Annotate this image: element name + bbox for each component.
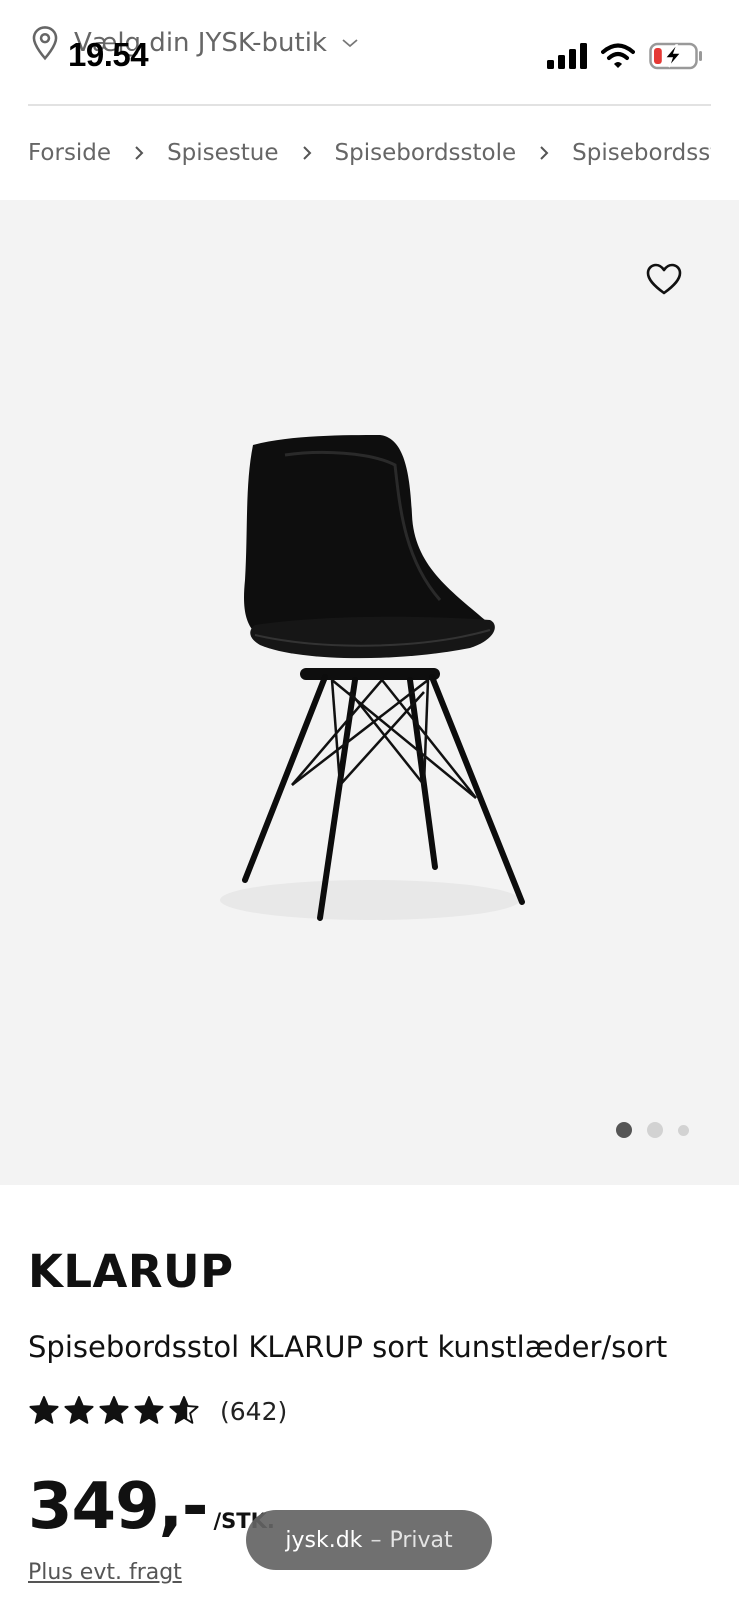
- price-value: 349,-: [28, 1470, 208, 1544]
- status-icons: [547, 42, 703, 70]
- chevron-right-icon: [540, 146, 549, 160]
- chevron-down-icon: [342, 39, 358, 48]
- shipping-note-link[interactable]: Plus evt. fragt: [28, 1560, 182, 1585]
- browser-mode: Privat: [389, 1527, 453, 1553]
- breadcrumb-item-spisestue[interactable]: Spisestue: [167, 140, 278, 166]
- star-half-icon: [169, 1396, 199, 1424]
- gallery-dot[interactable]: [647, 1122, 663, 1138]
- breadcrumb-item-current-product[interactable]: Spisebordsstol KLARUP: [572, 140, 711, 166]
- cellular-signal-icon: [547, 43, 587, 69]
- battery-charging-icon: [649, 42, 702, 70]
- wifi-icon: [601, 43, 635, 68]
- browser-url-pill[interactable]: jysk.dk – Privat: [246, 1510, 492, 1570]
- chevron-right-icon: [302, 146, 311, 160]
- gallery-dot-active[interactable]: [616, 1122, 632, 1138]
- gallery-pagination: [616, 1122, 689, 1138]
- product-image-chair: [220, 435, 525, 921]
- chevron-right-icon: [135, 146, 144, 160]
- header-divider: [28, 104, 711, 106]
- status-time: 19.54: [68, 36, 149, 73]
- product-price: 349,- /STK.: [28, 1470, 275, 1544]
- browser-domain: jysk.dk: [285, 1527, 363, 1553]
- rating-stars: [28, 1395, 200, 1427]
- breadcrumb-item-spisebordsstole[interactable]: Spisebordsstole: [335, 140, 517, 166]
- breadcrumb: Forside Spisestue Spisebordsstole Spiseb…: [28, 140, 711, 166]
- star-filled-icon: [99, 1396, 129, 1424]
- heart-outline-icon[interactable]: [645, 262, 683, 296]
- star-filled-icon: [64, 1396, 94, 1424]
- location-pin-icon: [32, 26, 58, 61]
- product-brand: KLARUP: [28, 1245, 234, 1298]
- rating-count: (642): [220, 1396, 288, 1426]
- product-title: Spisebordsstol KLARUP sort kunstlæder/so…: [28, 1330, 668, 1364]
- star-filled-icon: [29, 1396, 59, 1424]
- breadcrumb-item-forside[interactable]: Forside: [28, 140, 111, 166]
- star-filled-icon: [134, 1396, 164, 1424]
- gallery-dot[interactable]: [678, 1124, 689, 1136]
- product-rating[interactable]: (642): [28, 1395, 287, 1427]
- browser-url-separator: –: [370, 1527, 382, 1553]
